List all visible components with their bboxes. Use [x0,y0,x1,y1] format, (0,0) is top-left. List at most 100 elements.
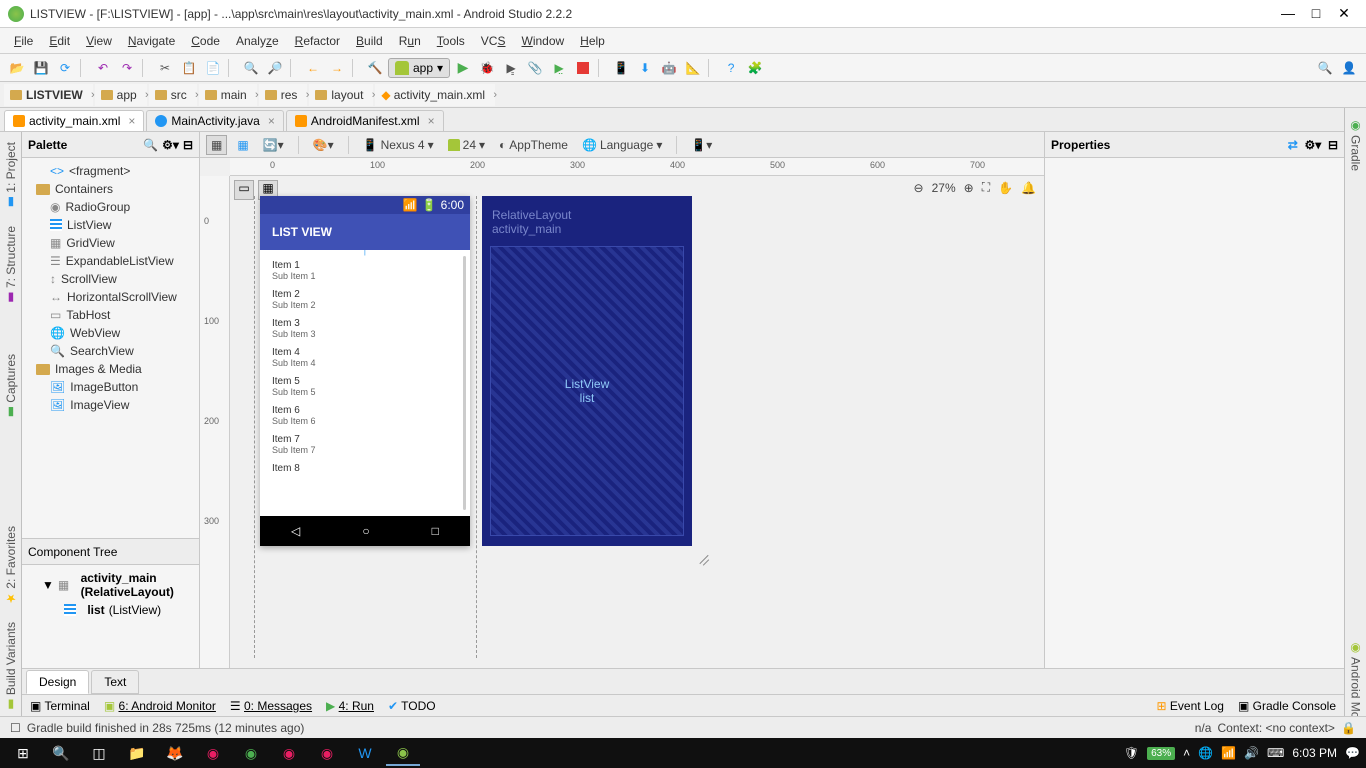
bp-listview[interactable]: ListViewlist [490,246,684,536]
api-combo[interactable]: 24▾ [444,136,489,154]
search-everywhere-icon[interactable]: 🔍 [1314,57,1336,79]
status-context[interactable]: Context: <no context> [1218,721,1335,735]
monitor-icon[interactable]: 🤖 [658,57,680,79]
crumb-src[interactable]: src [149,84,197,106]
find-icon[interactable]: 🔍 [240,57,262,79]
zoom-fit-icon[interactable]: ⛶ [982,180,990,195]
menu-window[interactable]: Window [515,32,570,50]
user-icon[interactable]: 👤 [1338,57,1360,79]
strip-project[interactable]: ▮1: Project [4,138,18,214]
menu-code[interactable]: Code [185,32,226,50]
taskbar-app[interactable]: 🦊 [158,740,192,766]
variant-icon[interactable]: 📱▾ [687,136,716,154]
crumb-file[interactable]: ◆ activity_main.xml [375,84,495,106]
tab-activity-main[interactable]: activity_main.xml× [4,110,144,131]
crumb-layout[interactable]: layout [309,84,373,106]
taskbar-app[interactable]: 📁 [120,740,154,766]
props-swap-icon[interactable]: ⇄ [1288,138,1298,152]
tab-text[interactable]: Text [91,670,139,694]
device-preview[interactable]: 📶🔋6:00 LIST VIEW ↑ Item 1Sub Item 1 Item… [260,196,470,546]
expand-icon[interactable]: ▼ [42,578,54,592]
blueprint-preview[interactable]: RelativeLayoutactivity_main ListViewlist [482,196,692,546]
palette-collapse-icon[interactable]: ⊟ [183,138,193,152]
run-icon[interactable]: ▶ [452,57,474,79]
bottom-event-log[interactable]: ⊞ Event Log [1156,699,1223,713]
palette-listview[interactable]: ListView [22,216,199,234]
tab-manifest[interactable]: AndroidManifest.xml× [286,110,444,131]
taskbar-app[interactable]: ◉ [196,740,230,766]
menu-view[interactable]: View [80,32,118,50]
stop-icon[interactable] [577,62,589,74]
bottom-todo[interactable]: ✔ TODO [388,699,436,713]
orientation-icon[interactable]: 🔄▾ [259,136,288,154]
design-canvas[interactable]: 0100200300400500600700 0100200300 ▭ ▦ ⊖ … [200,158,1044,668]
sdk-icon[interactable]: ⬇ [634,57,656,79]
minimize-button[interactable]: — [1274,4,1302,24]
pan-icon[interactable]: ✋ [998,181,1013,195]
bottom-gradle-console[interactable]: ▣ Gradle Console [1238,699,1336,713]
attach-icon[interactable]: 📎 [524,57,546,79]
crumb-res[interactable]: res [259,84,308,106]
search-button[interactable]: 🔍 [44,740,78,766]
menu-analyze[interactable]: Analyze [230,32,285,50]
palette-cat-containers[interactable]: Containers [22,180,199,198]
strip-favorites[interactable]: ★2: Favorites [4,522,18,610]
palette-search-icon[interactable]: 🔍 [143,138,158,152]
avd-icon[interactable]: 📱 [610,57,632,79]
layout-inspector-icon[interactable]: 📐 [682,57,704,79]
strip-structure[interactable]: ▮7: Structure [4,222,18,309]
taskbar-app[interactable]: W [348,740,382,766]
bottom-terminal[interactable]: ▣ Terminal [30,699,90,713]
open-icon[interactable]: 📂 [6,57,28,79]
tab-design[interactable]: Design [26,670,89,694]
taskbar-app[interactable]: ◉ [234,740,268,766]
tray-up-icon[interactable]: ˄ [1183,746,1190,760]
maximize-button[interactable]: □ [1302,4,1330,24]
tray-wifi-icon[interactable]: 📶 [1221,746,1236,760]
tree-child-list[interactable]: list (ListView) [28,601,193,619]
device-combo[interactable]: 📱 Nexus 4▾ [359,136,438,154]
props-gear-icon[interactable]: ⚙▾ [1304,138,1321,152]
run-config-combo[interactable]: app ▾ [388,58,450,78]
bottom-android-monitor[interactable]: ▣ 6: Android Monitor [104,699,216,713]
design-mode-icon[interactable]: ▦ [206,135,227,155]
crumb-app[interactable]: app [95,84,147,106]
palette-searchview[interactable]: 🔍SearchView [22,342,199,360]
paste-icon[interactable]: 📄 [202,57,224,79]
taskbar-app[interactable]: ◉ [310,740,344,766]
close-tab-icon[interactable]: × [268,114,275,128]
status-lock-icon[interactable]: 🔒 [1341,721,1356,735]
menu-tools[interactable]: Tools [431,32,471,50]
tray-notifications-icon[interactable]: 💬 [1345,746,1360,760]
back-icon[interactable]: ← [302,57,324,79]
undo-icon[interactable]: ↶ [92,57,114,79]
resize-handle-icon[interactable] [694,548,710,564]
start-button[interactable]: ⊞ [6,740,40,766]
zoom-in-icon[interactable]: ⊕ [964,181,974,195]
theme-editor-icon[interactable]: 🎨▾ [309,136,338,154]
menu-vcs[interactable]: VCS [475,32,512,50]
palette-imageview[interactable]: 🖼ImageView [22,396,199,414]
palette-imagebutton[interactable]: 🖼ImageButton [22,378,199,396]
palette-hscrollview[interactable]: ↔HorizontalScrollView [22,288,199,306]
bottom-run[interactable]: ▶ 4: Run [326,699,374,713]
make-icon[interactable]: 🔨 [364,57,386,79]
profile-icon[interactable]: ▶͇ [500,57,522,79]
task-view-button[interactable]: ◫ [82,740,116,766]
crumb-project[interactable]: LISTVIEW [4,84,93,106]
props-collapse-icon[interactable]: ⊟ [1328,138,1338,152]
copy-icon[interactable]: 📋 [178,57,200,79]
palette-tree[interactable]: <><fragment> Containers ◉RadioGroup List… [22,158,199,538]
tray-network-icon[interactable]: 🌐 [1198,746,1213,760]
zoom-out-icon[interactable]: ⊖ [914,181,924,195]
palette-fragment[interactable]: <><fragment> [22,162,199,180]
menu-refactor[interactable]: Refactor [289,32,346,50]
tree-root[interactable]: ▼▦ activity_main (RelativeLayout) [28,569,193,601]
close-tab-icon[interactable]: × [428,114,435,128]
forward-icon[interactable]: → [326,57,348,79]
sync-icon[interactable]: ⟳ [54,57,76,79]
palette-radiogroup[interactable]: ◉RadioGroup [22,198,199,216]
debug-icon[interactable]: 🐞 [476,57,498,79]
language-combo[interactable]: 🌐Language▾ [578,136,666,154]
tray-volume-icon[interactable]: 🔊 [1244,746,1259,760]
